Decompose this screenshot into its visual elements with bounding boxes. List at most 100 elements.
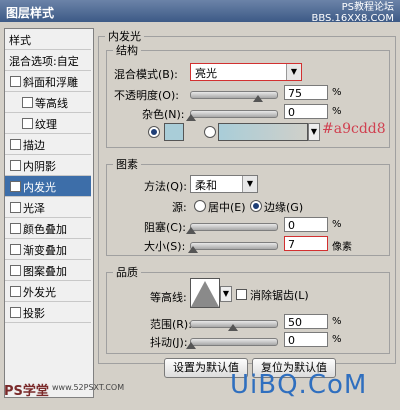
style-checkbox[interactable] — [10, 202, 21, 213]
opacity-unit: % — [332, 87, 342, 98]
opacity-slider-handle[interactable] — [253, 95, 263, 102]
source-center-radio[interactable] — [194, 200, 206, 212]
style-list-item-label: 内阴影 — [23, 160, 56, 173]
style-list-item[interactable]: 描边 — [5, 134, 91, 155]
style-list-item-label: 内发光 — [23, 181, 56, 194]
watermark-top: PS教程论坛 BBS.16XX8.COM — [311, 2, 394, 24]
style-list-item[interactable]: 颜色叠加 — [5, 218, 91, 239]
style-list-item[interactable]: ✓ 内发光 — [5, 176, 91, 197]
source-edge-radio[interactable] — [250, 200, 262, 212]
style-checkbox[interactable] — [22, 118, 33, 129]
style-checkbox[interactable] — [10, 307, 21, 318]
source-label: 源: — [172, 201, 187, 214]
chevron-down-icon: ▼ — [286, 64, 301, 80]
style-list-item-label: 渐变叠加 — [23, 244, 67, 257]
style-list-item[interactable]: 投影 — [5, 302, 91, 323]
style-list-item-label: 混合选项:自定 — [9, 55, 79, 68]
style-list-item[interactable]: 外发光 — [5, 281, 91, 302]
style-list-item-label: 投影 — [23, 307, 45, 320]
range-input[interactable]: 50 — [284, 314, 328, 329]
style-list-item[interactable]: 斜面和浮雕 — [5, 71, 91, 92]
antialias-label: 消除锯齿(L) — [250, 289, 309, 302]
style-list-item-label: 描边 — [23, 139, 45, 152]
style-list-item-label: 图案叠加 — [23, 265, 67, 278]
jitter-unit: % — [332, 334, 342, 345]
jitter-slider-handle[interactable] — [186, 342, 196, 349]
blend-mode-select[interactable]: 亮光 ▼ — [190, 63, 302, 81]
antialias-checkbox[interactable] — [236, 289, 247, 300]
size-slider-handle[interactable] — [188, 246, 198, 253]
style-list-item-label: 等高线 — [35, 97, 68, 110]
noise-slider-handle[interactable] — [186, 114, 196, 121]
contour-curve-icon — [191, 281, 219, 307]
solid-color-radio[interactable] — [148, 126, 160, 138]
noise-label: 杂色(N): — [142, 108, 185, 121]
contour-label: 等高线: — [150, 291, 187, 304]
size-unit: 像素 — [332, 242, 352, 253]
style-list-item[interactable]: 等高线 — [5, 92, 91, 113]
style-list-item[interactable]: 渐变叠加 — [5, 239, 91, 260]
styles-list: 样式 混合选项:自定 斜面和浮雕 等高线 纹理 描边 内阴影 ✓ 内发光 光泽 颜色叠加 渐变叠加 图案… — [4, 28, 94, 398]
style-list-item[interactable]: 混合选项:自定 — [5, 50, 91, 71]
method-value: 柔和 — [195, 179, 217, 192]
style-list-item-label: 外发光 — [23, 286, 56, 299]
contour-preview[interactable] — [190, 278, 220, 308]
range-slider-handle[interactable] — [228, 324, 238, 331]
style-checkbox[interactable] — [10, 160, 21, 171]
jitter-label: 抖动(J): — [150, 336, 188, 349]
structure-title: 结构 — [116, 44, 138, 57]
size-input[interactable]: 7 — [284, 236, 328, 251]
opacity-input[interactable]: 75 — [284, 85, 328, 100]
noise-slider[interactable] — [190, 110, 278, 118]
chevron-down-icon[interactable]: ▼ — [308, 123, 320, 141]
jitter-slider[interactable] — [190, 338, 278, 346]
chevron-down-icon[interactable]: ▼ — [220, 286, 232, 302]
watermark-top-text: PS教程论坛 BBS.16XX8.COM — [311, 2, 394, 24]
watermark-bottom-left: PS学堂 www.52PSXT.COM — [4, 380, 124, 399]
range-unit: % — [332, 316, 342, 327]
noise-unit: % — [332, 106, 342, 117]
gradient-radio[interactable] — [204, 126, 216, 138]
method-select[interactable]: 柔和 ▼ — [190, 175, 258, 193]
style-checkbox[interactable] — [10, 244, 21, 255]
style-checkbox[interactable] — [10, 139, 21, 150]
jitter-input[interactable]: 0 — [284, 332, 328, 347]
inner-glow-panel: 内发光 结构 混合模式(B): 亮光 ▼ 不透明度(O): 75 % 杂色(N)… — [98, 28, 398, 406]
chevron-down-icon: ▼ — [242, 176, 257, 192]
style-list-item-label: 样式 — [9, 34, 31, 47]
style-list-item-label: 纹理 — [35, 118, 57, 131]
style-checkbox[interactable] — [22, 97, 33, 108]
source-center-label: 居中(E) — [208, 201, 246, 214]
color-swatch[interactable] — [164, 123, 184, 141]
style-list-item[interactable]: 纹理 — [5, 113, 91, 134]
size-label: 大小(S): — [144, 240, 186, 253]
noise-input[interactable]: 0 — [284, 104, 328, 119]
choke-slider[interactable] — [190, 223, 278, 231]
style-checkbox[interactable] — [10, 286, 21, 297]
style-list-item-label: 斜面和浮雕 — [23, 76, 78, 89]
style-list-item-label: 光泽 — [23, 202, 45, 215]
watermark-bottom-left-url: www.52PSXT.COM — [52, 383, 125, 392]
range-label: 范围(R): — [150, 318, 192, 331]
gradient-preview[interactable] — [218, 123, 308, 141]
style-checkbox[interactable] — [10, 76, 21, 87]
choke-slider-handle[interactable] — [186, 227, 196, 234]
style-list-item[interactable]: 光泽 — [5, 197, 91, 218]
source-edge-label: 边缘(G) — [264, 201, 304, 214]
choke-input[interactable]: 0 — [284, 217, 328, 232]
opacity-label: 不透明度(O): — [114, 89, 179, 102]
blend-mode-label: 混合模式(B): — [114, 68, 178, 81]
quality-title: 品质 — [116, 266, 138, 279]
style-list-item[interactable]: 图案叠加 — [5, 260, 91, 281]
watermark-bottom-right: UiBQ.CoM — [230, 370, 368, 400]
style-checkbox[interactable]: ✓ — [10, 181, 21, 192]
style-list-item[interactable]: 内阴影 — [5, 155, 91, 176]
style-list-item[interactable]: 样式 — [5, 29, 91, 50]
choke-label: 阻塞(C): — [144, 221, 186, 234]
window-title: 图层样式 — [6, 6, 55, 20]
style-checkbox[interactable] — [10, 223, 21, 234]
style-checkbox[interactable] — [10, 265, 21, 276]
elements-title: 图素 — [116, 158, 138, 171]
size-slider[interactable] — [190, 242, 278, 250]
opacity-slider[interactable] — [190, 91, 278, 99]
